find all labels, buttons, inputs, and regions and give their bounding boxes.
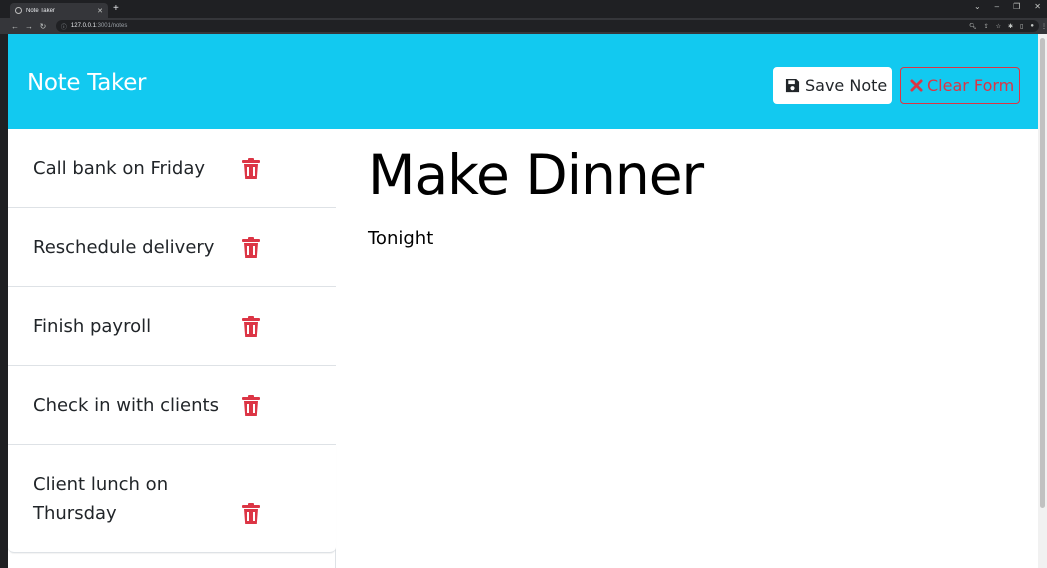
- note-item-title: Reschedule delivery: [33, 237, 215, 258]
- app-viewport: Note Taker Save Note Clear Form Call ban…: [8, 34, 1038, 568]
- note-text-input[interactable]: Tonight: [368, 228, 433, 249]
- trash-icon[interactable]: [241, 316, 261, 338]
- extensions-icon[interactable]: ✱: [1008, 23, 1013, 30]
- scrollbar-thumb[interactable]: [1040, 38, 1045, 508]
- tab-title: Note Taker: [26, 7, 55, 14]
- trash-icon[interactable]: [241, 395, 261, 417]
- page-scrollbar[interactable]: [1038, 34, 1047, 568]
- note-list-item[interactable]: Reschedule delivery: [8, 208, 336, 287]
- side-panel-icon[interactable]: ▯: [1020, 23, 1023, 30]
- brand-title[interactable]: Note Taker: [27, 70, 147, 96]
- url-text: 127.0.0.1:3001/notes: [70, 23, 128, 29]
- site-info-icon[interactable]: ⓘ: [61, 22, 67, 31]
- note-editor: Make Dinner Tonight: [336, 129, 1038, 568]
- save-note-label: Save Note: [805, 76, 888, 95]
- share-icon[interactable]: ⇪: [984, 23, 989, 30]
- note-item-title: Client lunch on Thursday: [33, 474, 169, 524]
- globe-icon: [15, 7, 22, 14]
- note-list-item[interactable]: Finish payroll: [8, 287, 336, 366]
- save-note-button[interactable]: Save Note: [773, 67, 892, 104]
- clear-form-label: Clear Form: [927, 76, 1015, 95]
- close-tab-icon[interactable]: ✕: [97, 7, 103, 15]
- note-list-item[interactable]: Check in with clients: [8, 366, 336, 445]
- browser-toolbar: ← → ↻ ⓘ 127.0.0.1:3001/notes 🔍︎ ⇪ ☆ ✱ ▯ …: [0, 18, 1047, 34]
- note-list-item[interactable]: Call bank on Friday: [8, 129, 336, 208]
- navbar: Note Taker Save Note Clear Form: [8, 34, 1038, 129]
- note-list: Call bank on Friday Reschedule delivery …: [8, 129, 336, 568]
- back-icon[interactable]: ←: [8, 22, 22, 31]
- browser-tabstrip: Note Taker ✕ + ⌄ – ❐ ✕: [0, 0, 1047, 18]
- extension-icons: 🔍︎ ⇪ ☆ ✱ ▯ ● ⋮: [969, 23, 1047, 30]
- new-tab-icon[interactable]: +: [113, 3, 119, 15]
- x-mark-icon: [910, 79, 923, 92]
- chevron-down-icon[interactable]: ⌄: [974, 2, 981, 11]
- note-item-title: Check in with clients: [33, 395, 219, 416]
- menu-icon[interactable]: ⋮: [1041, 23, 1047, 30]
- floppy-disk-icon: [785, 78, 800, 93]
- restore-icon[interactable]: ❐: [1013, 2, 1020, 11]
- note-item-title: Finish payroll: [33, 316, 152, 337]
- minimize-icon[interactable]: –: [995, 2, 999, 11]
- bookmark-star-icon[interactable]: ☆: [996, 23, 1001, 30]
- profile-icon[interactable]: ●: [1030, 23, 1034, 30]
- trash-icon[interactable]: [241, 503, 261, 525]
- forward-icon[interactable]: →: [22, 22, 36, 31]
- trash-icon[interactable]: [241, 237, 261, 259]
- zoom-icon[interactable]: 🔍︎: [969, 23, 977, 30]
- trash-icon[interactable]: [241, 158, 261, 180]
- window-controls: ⌄ – ❐ ✕: [974, 2, 1041, 11]
- note-list-item[interactable]: Client lunch on Thursday: [8, 445, 336, 553]
- clear-form-button[interactable]: Clear Form: [900, 67, 1020, 104]
- close-window-icon[interactable]: ✕: [1034, 2, 1041, 11]
- reload-icon[interactable]: ↻: [36, 22, 50, 31]
- browser-tab[interactable]: Note Taker ✕: [10, 3, 108, 18]
- note-title-input[interactable]: Make Dinner: [368, 143, 704, 207]
- note-item-title: Call bank on Friday: [33, 158, 206, 179]
- address-bar[interactable]: ⓘ 127.0.0.1:3001/notes: [55, 20, 1039, 32]
